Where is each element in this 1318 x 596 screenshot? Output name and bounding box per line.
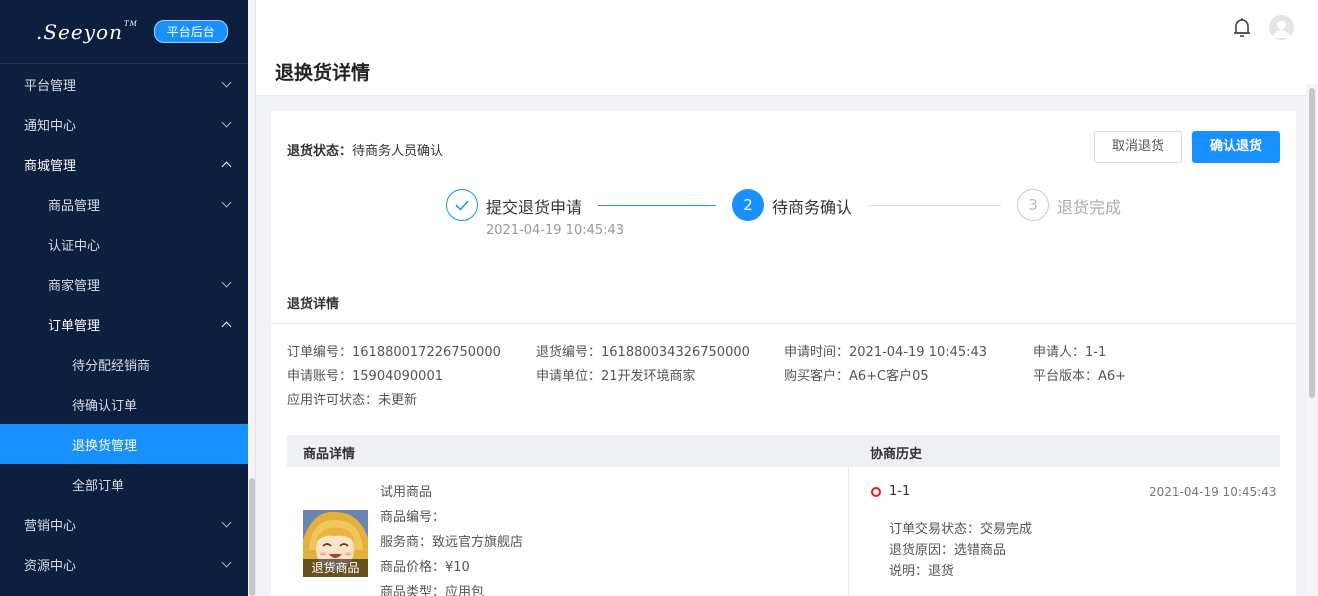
chevron-down-icon (221, 197, 232, 207)
thumbnail-caption: 退货商品 (303, 559, 368, 577)
history-reason: 退货原因：选错商品 (889, 543, 1007, 558)
product-type: 商品类型：应用包 (380, 585, 485, 596)
product-price: 商品价格：¥10 (380, 560, 470, 575)
return-status: 退货状态：待商务人员确认 (287, 144, 444, 159)
product-thumbnail[interactable]: 退货商品 (303, 510, 368, 577)
chevron-down-icon (221, 277, 232, 287)
main-scrollbar-thumb[interactable] (1309, 88, 1315, 398)
apply-unit: 申请单位：21开发环境商家 (536, 369, 696, 384)
chevron-down-icon (221, 517, 232, 527)
step-1-title: 提交退货申请 (486, 198, 583, 217)
seeyon-logo[interactable]: .SeeyonTM (36, 20, 138, 44)
buyer-customer: 购买客户：A6+C客户05 (784, 369, 929, 384)
divider (271, 323, 1296, 324)
return-number: 退货编号：161880034326750000 (536, 345, 750, 360)
check-icon (446, 189, 478, 221)
license-status: 应用许可状态：未更新 (287, 393, 418, 408)
sidebar-item-orders[interactable]: 订单管理 (0, 304, 248, 344)
column-divider (848, 467, 849, 596)
step-3-title: 退货完成 (1057, 198, 1122, 217)
cancel-return-button[interactable]: 取消退货 (1094, 131, 1182, 163)
step-3-number: 3 (1017, 189, 1049, 221)
header: 退换货详情 (256, 0, 1318, 96)
page-title: 退换货详情 (275, 62, 371, 84)
step-1-time: 2021-04-19 10:45:43 (486, 223, 625, 238)
sidebar-item-certification[interactable]: 认证中心 (0, 224, 248, 264)
platform-badge: 平台后台 (153, 20, 228, 43)
sidebar-item-resources[interactable]: 资源中心 (0, 544, 248, 584)
sidebar: .SeeyonTM 平台后台 平台管理 通知中心 商城管理 商品管理 认证中心 … (0, 0, 248, 596)
product-name: 试用商品 (380, 485, 433, 500)
sidebar-item-all-orders[interactable]: 全部订单 (0, 464, 248, 504)
apply-account: 申请账号：15904090001 (287, 369, 443, 384)
history-dot-icon (871, 487, 881, 497)
sidebar-item-pending-dealer[interactable]: 待分配经销商 (0, 344, 248, 384)
history-time: 2021-04-19 10:45:43 (1149, 485, 1277, 499)
product-detail-header: 商品详情 (303, 447, 356, 462)
history-note: 说明：退货 (889, 564, 955, 579)
sidebar-item-notice[interactable]: 通知中心 (0, 104, 248, 144)
sidebar-item-returns[interactable]: 退换货管理 (0, 424, 248, 464)
history-trade-status: 订单交易状态：交易完成 (889, 522, 1033, 537)
order-number: 订单编号：161880017226750000 (287, 345, 501, 360)
bell-icon[interactable] (1232, 16, 1252, 40)
apply-time: 申请时间：2021-04-19 10:45:43 (784, 345, 988, 360)
step-line-2 (868, 205, 1001, 206)
step-2-number: 2 (732, 189, 764, 221)
step-2-title: 待商务确认 (772, 198, 853, 217)
main-scrollbar[interactable] (1306, 84, 1318, 596)
chevron-up-icon (221, 321, 232, 331)
chevron-down-icon (221, 557, 232, 567)
sidebar-item-mall[interactable]: 商城管理 (0, 144, 248, 184)
progress-steps: 提交退货申请 2021-04-19 10:45:43 2 待商务确认 3 退货完… (271, 189, 1296, 259)
step-line-1 (598, 205, 716, 206)
sidebar-item-pending-orders[interactable]: 待确认订单 (0, 384, 248, 424)
platform-version: 平台版本：A6+ (1033, 369, 1127, 384)
table-header: 商品详情 协商历史 (287, 435, 1280, 467)
sidebar-scrollbar-thumb[interactable] (249, 478, 255, 596)
product-code: 商品编号： (380, 510, 446, 525)
section-title-return-detail: 退货详情 (287, 297, 340, 312)
avatar[interactable] (1269, 15, 1294, 40)
product-provider: 服务商：致远官方旗舰店 (380, 535, 524, 550)
sidebar-item-merchant[interactable]: 商家管理 (0, 264, 248, 304)
confirm-return-button[interactable]: 确认退货 (1192, 131, 1280, 163)
history-header: 协商历史 (870, 447, 923, 462)
history-user: 1-1 (889, 484, 911, 499)
chevron-down-icon (221, 117, 232, 127)
sidebar-item-marketing[interactable]: 营销中心 (0, 504, 248, 544)
sidebar-item-platform[interactable]: 平台管理 (0, 64, 248, 104)
sidebar-scrollbar[interactable] (248, 0, 256, 596)
sidebar-item-goods[interactable]: 商品管理 (0, 184, 248, 224)
user-icon (1273, 20, 1290, 38)
chevron-up-icon (221, 161, 232, 171)
detail-card: 退货状态：待商务人员确认 取消退货 确认退货 提交退货申请 2021-04-19… (271, 111, 1296, 596)
logo-area: .SeeyonTM 平台后台 (0, 0, 248, 64)
applicant: 申请人：1-1 (1033, 345, 1107, 360)
chevron-down-icon (221, 77, 232, 87)
